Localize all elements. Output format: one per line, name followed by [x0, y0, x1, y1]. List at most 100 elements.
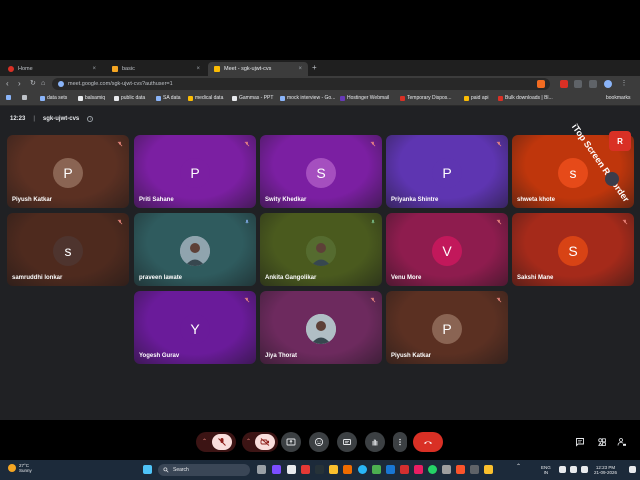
participant-tile[interactable]: Y Yogesh Gurav: [134, 291, 256, 364]
bookmark-icon: [232, 95, 237, 101]
bookmark-gammas[interactable]: Gammas - PPT: [232, 95, 273, 101]
edge-icon[interactable]: [358, 465, 367, 474]
more-options-button[interactable]: [393, 432, 407, 452]
self-avatar[interactable]: [605, 172, 619, 186]
battery-icon[interactable]: [581, 466, 588, 473]
download-icon[interactable]: [589, 80, 597, 88]
task-view-icon[interactable]: [257, 465, 266, 474]
vscode-icon[interactable]: [386, 465, 395, 474]
brave-icon[interactable]: [456, 465, 465, 474]
recorder-app-icon[interactable]: [400, 465, 409, 474]
bookmark-hostinger[interactable]: Hostinger Webmail: [340, 95, 389, 101]
menu-icon[interactable]: ⋮: [620, 80, 628, 88]
meeting-code: sgk-ujwt-cvs: [42, 116, 80, 122]
home-icon[interactable]: ⌂: [41, 79, 45, 89]
bookmark-all[interactable]: bookmarks: [606, 95, 630, 101]
mic-toggle-button[interactable]: [212, 434, 232, 450]
info-icon[interactable]: i: [87, 116, 94, 122]
participant-tile[interactable]: P Piyush Katkar: [386, 291, 508, 364]
participant-tile[interactable]: s samruddhi lonkar: [7, 213, 129, 286]
bookmark-data-sets[interactable]: data sets: [40, 95, 67, 101]
host-controls-button[interactable]: [616, 436, 628, 448]
close-icon[interactable]: ×: [298, 66, 302, 72]
url-field[interactable]: meet.google.com/sgk-ujwt-cvs?authuser=1: [52, 78, 550, 90]
media-icon[interactable]: [414, 465, 423, 474]
participant-tile[interactable]: S Swity Khedkar: [260, 135, 382, 208]
participant-avatar: S: [558, 236, 588, 266]
info-panel-button[interactable]: [574, 436, 586, 448]
mic-options-icon[interactable]: ⌃: [202, 438, 207, 445]
forward-icon[interactable]: ›: [18, 79, 21, 89]
participant-tile[interactable]: Ankita Gangolikar: [260, 213, 382, 286]
bookmark-public-data[interactable]: public data: [114, 95, 145, 101]
app-icon-3[interactable]: [442, 465, 451, 474]
camera-toggle-button[interactable]: [255, 434, 275, 450]
bookmark-temporary[interactable]: Temporary Dispos...: [400, 95, 451, 101]
profile-avatar[interactable]: [604, 80, 612, 88]
participant-tile[interactable]: P Piyush Katkar: [7, 135, 129, 208]
office-icon[interactable]: [343, 465, 352, 474]
bookmark-bulk-downloads[interactable]: Bulk downloads | Bl...: [498, 95, 553, 101]
start-icon[interactable]: [143, 465, 152, 474]
tray-chevron-icon[interactable]: ⌃: [516, 464, 521, 470]
wifi-icon[interactable]: [559, 466, 566, 473]
app-icon[interactable]: [287, 465, 296, 474]
new-tab-button[interactable]: +: [312, 63, 317, 72]
weather-widget[interactable]: 27°C Sunny: [8, 463, 32, 473]
whatsapp-icon[interactable]: [428, 465, 437, 474]
back-icon[interactable]: ‹: [6, 79, 9, 89]
participant-tile[interactable]: Jiya Thorat: [260, 291, 382, 364]
bookmark-icon: [78, 95, 83, 101]
participant-tile[interactable]: praveen lawate: [134, 213, 256, 286]
captions-button[interactable]: [337, 432, 357, 452]
notifications-icon[interactable]: [629, 466, 636, 473]
tab-basic[interactable]: basic ×: [106, 62, 206, 76]
copilot-icon[interactable]: [272, 465, 281, 474]
bookmark-label: paid api: [471, 95, 489, 101]
participant-avatar: P: [180, 158, 210, 188]
bookmark-label: data sets: [47, 95, 68, 101]
site-info-icon[interactable]: [58, 81, 64, 87]
participant-tile[interactable]: P Priyanka Shintre: [386, 135, 508, 208]
raise-hand-button[interactable]: [365, 432, 385, 452]
close-icon[interactable]: ×: [196, 66, 200, 72]
extension-icon[interactable]: [560, 80, 568, 88]
app-icon-4[interactable]: [470, 465, 479, 474]
language-indicator[interactable]: ENG IN: [541, 465, 551, 475]
terminal-icon[interactable]: [315, 465, 324, 474]
bookmark-mock-interview[interactable]: mock interview - Go...: [280, 95, 335, 101]
participant-tile[interactable]: P Priti Sahane: [134, 135, 256, 208]
bookmark-balsamiq[interactable]: balsamiq: [78, 95, 105, 101]
extensions-puzzle-icon[interactable]: [574, 80, 582, 88]
chrome-icon[interactable]: [372, 465, 381, 474]
taskbar-search[interactable]: Search: [158, 464, 250, 476]
volume-icon[interactable]: [570, 466, 577, 473]
bookmark-sa-data[interactable]: SA data: [156, 95, 181, 101]
participant-tile[interactable]: V Venu More: [386, 213, 508, 286]
camera-options-icon[interactable]: ⌃: [246, 438, 251, 445]
present-button[interactable]: [281, 432, 301, 452]
more-vert-icon: [399, 438, 401, 446]
reload-icon[interactable]: ↻: [30, 79, 36, 89]
apps-icon[interactable]: [6, 95, 11, 100]
bookmark-paid-api[interactable]: paid api: [464, 95, 489, 101]
clock[interactable]: 12:23 PM 21-09-2026: [594, 465, 617, 475]
leave-call-button[interactable]: [413, 432, 443, 452]
participant-name: Swity Khedkar: [265, 197, 307, 203]
tab-meet[interactable]: Meet - sgk-ujwt-cvs ×: [208, 62, 308, 76]
tab-home[interactable]: Home ×: [2, 62, 102, 76]
grid-icon[interactable]: [22, 95, 27, 100]
bookmark-icon: [156, 95, 161, 101]
app-icon-2[interactable]: [301, 465, 310, 474]
participant-tile[interactable]: S Sakshi Mane: [512, 213, 634, 286]
shapes-icon: [598, 438, 606, 446]
brave-shield-icon[interactable]: [537, 80, 545, 88]
emoji-button[interactable]: [309, 432, 329, 452]
file-explorer-icon[interactable]: [329, 465, 338, 474]
activities-button[interactable]: [596, 436, 608, 448]
folder-icon[interactable]: [484, 465, 493, 474]
bookmark-medical-data[interactable]: medical data: [188, 95, 223, 101]
taskbar: 27°C Sunny Search ⌃ ENG IN 12:23 PM 21-0…: [0, 460, 640, 480]
bookmark-label: bookmarks: [606, 95, 631, 101]
close-icon[interactable]: ×: [92, 66, 96, 72]
